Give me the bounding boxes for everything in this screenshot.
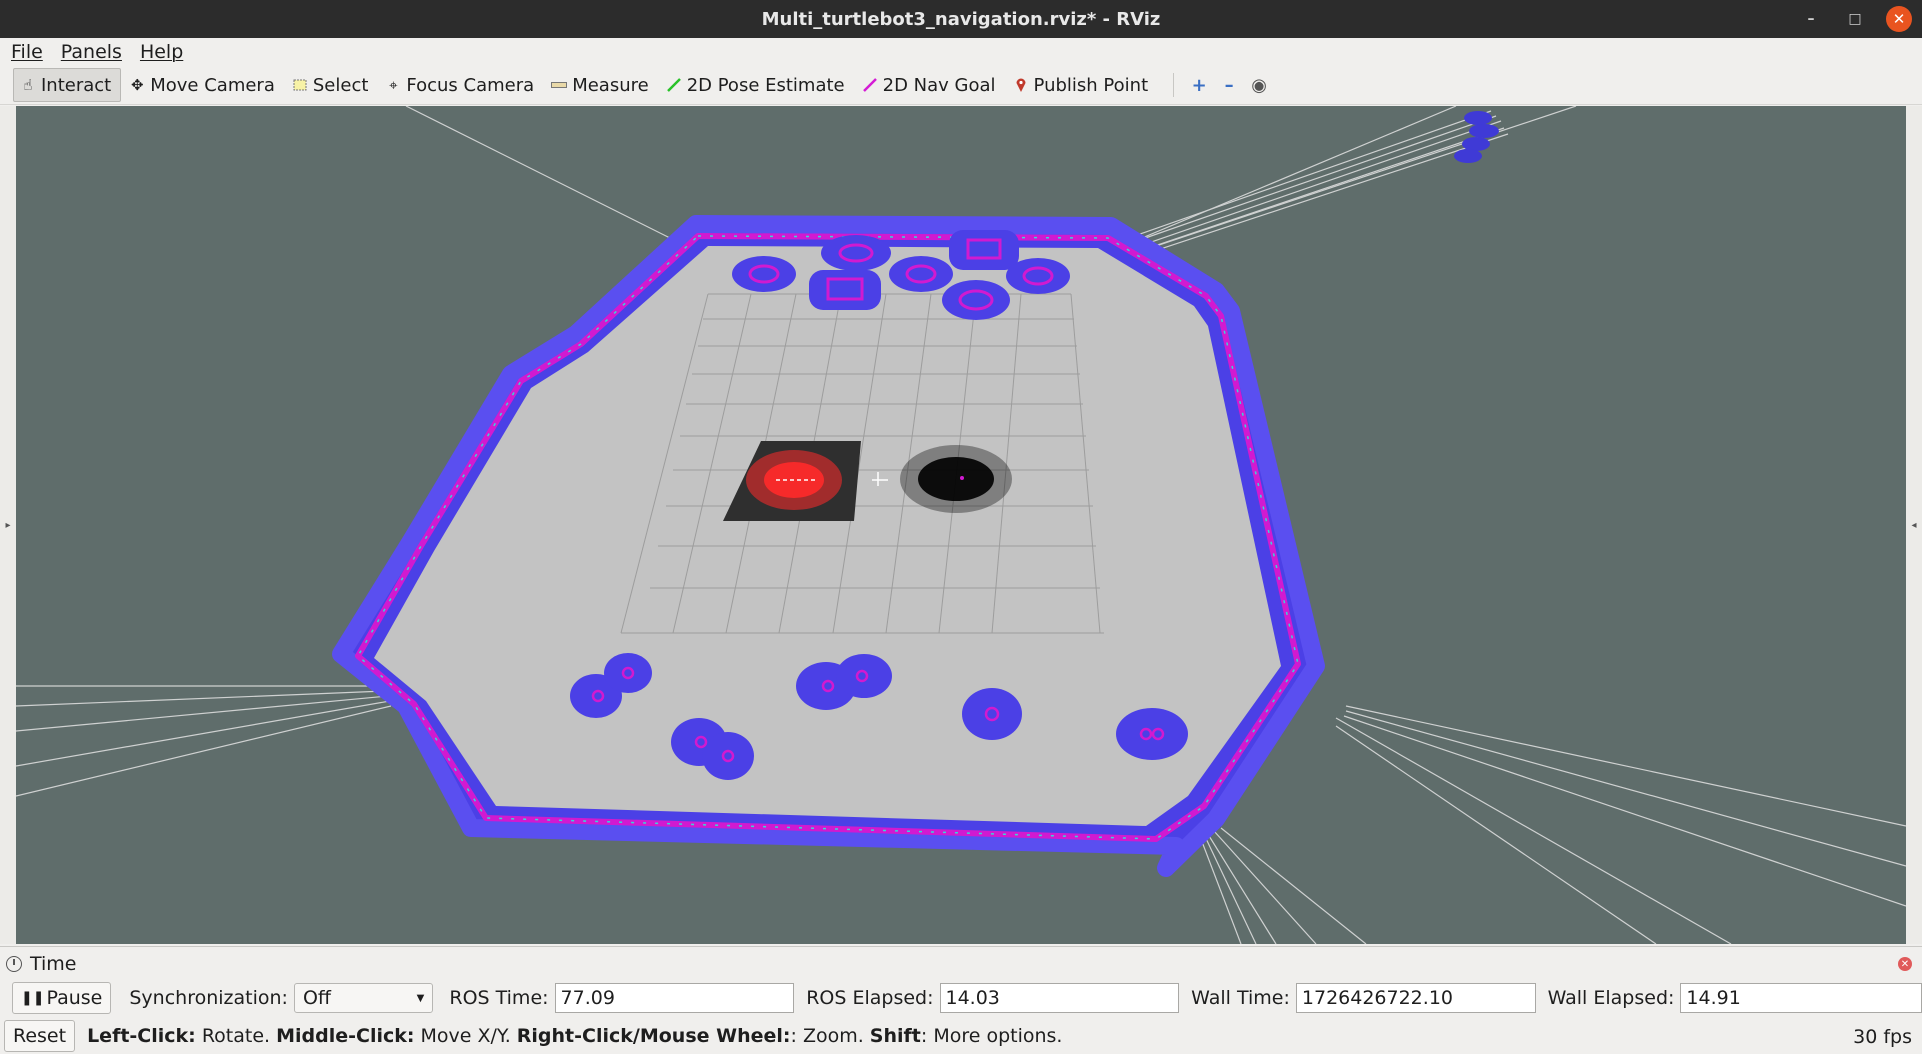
toolbar-separator: [1173, 73, 1175, 97]
right-dock-handle[interactable]: ◂: [1906, 106, 1922, 944]
minus-icon[interactable]: –: [1214, 71, 1244, 99]
render-viewport[interactable]: [16, 106, 1906, 944]
left-dock-handle[interactable]: ▸: [0, 106, 16, 944]
select-box-icon: [291, 76, 309, 94]
tool-measure-label: Measure: [572, 74, 649, 96]
map-pin-icon: [1012, 76, 1030, 94]
wall-time-field[interactable]: 1726426722.10: [1295, 983, 1536, 1013]
tool-2d-nav-goal[interactable]: 2D Nav Goal: [856, 69, 1005, 101]
clock-icon: [6, 956, 22, 972]
menu-help[interactable]: Help: [129, 41, 190, 63]
tool-focus-camera[interactable]: ⌖ Focus Camera: [379, 69, 543, 101]
reset-label: Reset: [13, 1025, 67, 1047]
sync-value: Off: [302, 987, 331, 1009]
hint-shift: : More options.: [920, 1025, 1063, 1047]
tool-interact[interactable]: ☝ Interact: [13, 68, 122, 102]
focus-icon: ⌖: [389, 76, 398, 94]
toolbar: ☝ Interact ✥ Move Camera Select ⌖ Focus …: [0, 66, 1922, 105]
hint-mid: Move X/Y.: [414, 1025, 517, 1047]
ros-time-field[interactable]: 77.09: [554, 983, 795, 1013]
menu-file[interactable]: File: [0, 41, 50, 63]
tool-interact-label: Interact: [41, 74, 112, 96]
hint-mid-key: Middle-Click:: [276, 1025, 415, 1047]
menu-panels[interactable]: Panels: [50, 41, 129, 63]
tool-move-camera-label: Move Camera: [150, 74, 275, 96]
hint-left-key: Left-Click:: [87, 1025, 196, 1047]
tool-measure[interactable]: Measure: [545, 69, 658, 101]
status-bar: Reset Left-Click: Rotate. Middle-Click: …: [0, 1018, 1922, 1054]
plus-icon[interactable]: +: [1184, 71, 1214, 99]
wall-elapsed-field[interactable]: 14.91: [1680, 983, 1922, 1013]
tool-select-label: Select: [312, 74, 369, 96]
restore-icon[interactable]: □: [1842, 6, 1868, 32]
time-panel-title: Time: [30, 953, 77, 975]
tool-2d-nav-goal-label: 2D Nav Goal: [882, 74, 996, 96]
time-panel-header: Time ✕: [0, 946, 1922, 981]
ruler-icon: [550, 76, 568, 94]
pause-label: Pause: [46, 987, 103, 1009]
tool-move-camera[interactable]: ✥ Move Camera: [123, 69, 284, 101]
wall-elapsed-label: Wall Elapsed:: [1547, 987, 1675, 1009]
reset-button[interactable]: Reset: [4, 1020, 76, 1052]
window-controls: – □ ✕: [1798, 6, 1912, 32]
green-arrow-icon: [665, 76, 683, 94]
scene-svg: [16, 106, 1906, 944]
menu-bar: File Panels Help: [0, 38, 1922, 66]
window-title: Multi_turtlebot3_navigation.rviz* - RViz: [761, 8, 1161, 30]
interaction-hint: Left-Click: Rotate. Middle-Click: Move X…: [87, 1025, 1062, 1047]
fps-counter: 30 fps: [1853, 1026, 1912, 1048]
particle-cloud-red: [746, 450, 842, 510]
sync-label: Synchronization:: [129, 987, 288, 1009]
eye-icon[interactable]: ◉: [1244, 71, 1274, 99]
hint-right: : Zoom.: [790, 1025, 870, 1047]
tool-publish-point-label: Publish Point: [1033, 74, 1149, 96]
tool-publish-point[interactable]: Publish Point: [1007, 69, 1158, 101]
distant-obstacles: [1454, 111, 1499, 163]
ros-elapsed-label: ROS Elapsed:: [806, 987, 934, 1009]
time-panel-row: ❚❚ Pause Synchronization: Off ▼ ROS Time…: [0, 980, 1922, 1016]
pause-button[interactable]: ❚❚ Pause: [12, 982, 112, 1014]
move-camera-icon: ✥: [130, 76, 144, 94]
ros-elapsed-field[interactable]: 14.03: [939, 983, 1180, 1013]
chevron-down-icon: ▼: [416, 992, 425, 1004]
panel-close-icon[interactable]: ✕: [1898, 957, 1912, 971]
tool-focus-camera-label: Focus Camera: [406, 74, 535, 96]
hint-left: Rotate.: [195, 1025, 277, 1047]
hint-right-key: Right-Click/Mouse Wheel:: [516, 1025, 791, 1047]
wall-time-label: Wall Time:: [1191, 987, 1290, 1009]
pause-icon: ❚❚: [21, 990, 45, 1006]
hint-shift-key: Shift: [869, 1025, 921, 1047]
hand-icon: ☝: [23, 76, 33, 94]
close-icon[interactable]: ✕: [1886, 6, 1912, 32]
ros-time-label: ROS Time:: [449, 987, 549, 1009]
tool-2d-pose-estimate-label: 2D Pose Estimate: [686, 74, 845, 96]
tool-select[interactable]: Select: [286, 69, 378, 101]
window-title-bar: Multi_turtlebot3_navigation.rviz* - RViz…: [0, 0, 1922, 38]
tool-2d-pose-estimate[interactable]: 2D Pose Estimate: [660, 69, 854, 101]
magenta-arrow-icon: [861, 76, 879, 94]
sync-select[interactable]: Off ▼: [293, 983, 434, 1013]
minimize-icon[interactable]: –: [1798, 6, 1824, 32]
particle-cloud-black: [900, 445, 1012, 513]
